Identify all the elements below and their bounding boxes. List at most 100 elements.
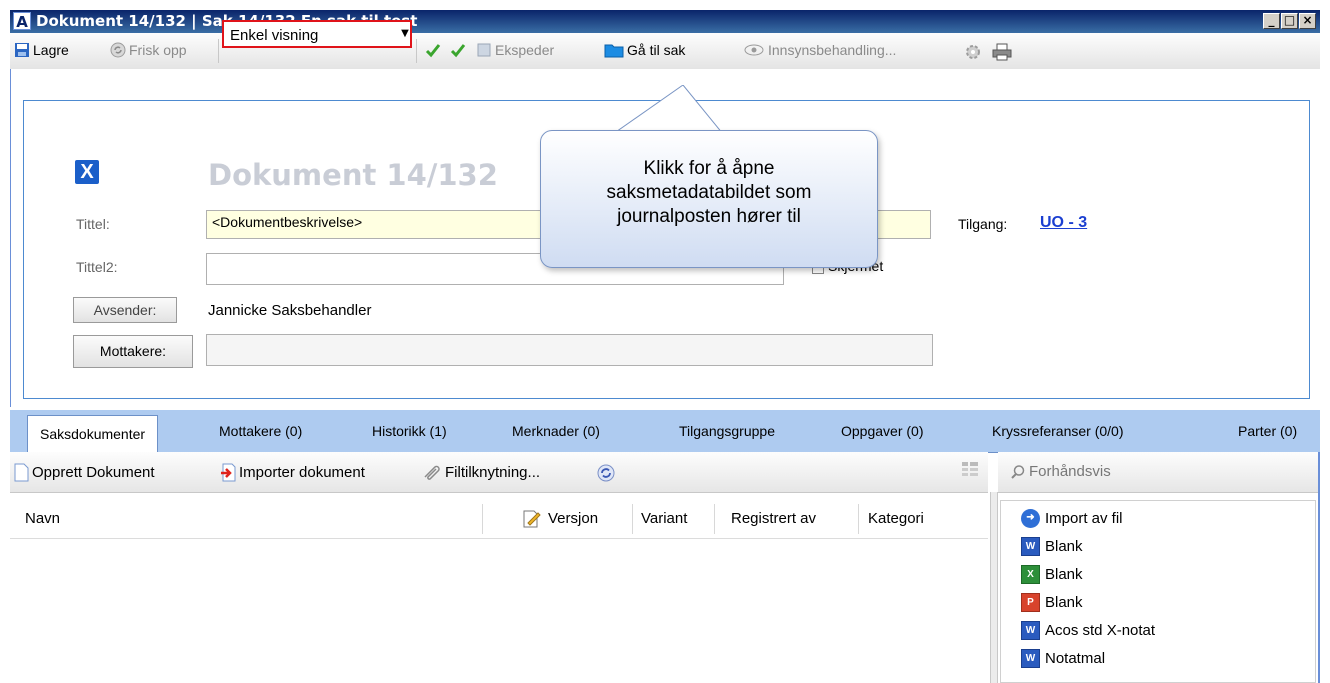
document-list-header: Navn Versjon Variant Registrert av Kateg… [10,500,988,539]
tab-case-documents[interactable]: Saksdokumenter [27,415,159,452]
expedite-button[interactable]: Ekspeder [476,42,554,58]
tab-access-group[interactable]: Tilgangsgruppe [679,423,775,439]
paperclip-icon [424,465,440,480]
save-icon [15,43,29,57]
callout-tail [613,85,723,135]
refresh-icon[interactable] [596,463,616,483]
sender-value: Jannicke Saksbehandler [208,302,372,319]
refresh-button[interactable]: Frisk opp [110,42,187,58]
print-icon[interactable] [992,43,1012,61]
word-icon: W [1021,537,1040,556]
template-item[interactable]: P Blank [1021,593,1083,612]
template-label: Blank [1045,566,1083,583]
edit-document-icon [523,510,541,528]
refresh-icon [110,42,126,58]
column-name[interactable]: Navn [25,510,60,527]
column-version[interactable]: Versjon [548,510,598,527]
template-item[interactable]: ➜ Import av fil [1021,509,1123,528]
import-document-button[interactable]: Importer dokument [220,463,365,482]
template-label: Import av fil [1045,510,1123,527]
chevron-down-icon[interactable]: ▼ [398,24,412,44]
powerpoint-icon: P [1021,593,1040,612]
template-label: Blank [1045,594,1083,611]
template-item[interactable]: X Blank [1021,565,1083,584]
column-registered-by[interactable]: Registrert av [731,510,816,527]
template-item[interactable]: W Blank [1021,537,1083,556]
sender-button[interactable]: Avsender: [73,297,177,323]
template-list: ➜ Import av fil W Blank X Blank P Blank … [1000,500,1316,683]
save-button[interactable]: Lagre [14,42,69,58]
access-link[interactable]: UO - 3 [1040,214,1087,232]
tab-cross-references[interactable]: Kryssreferanser (0/0) [992,423,1123,439]
tab-history[interactable]: Historikk (1) [372,423,447,439]
recipients-field[interactable] [206,334,933,366]
tab-bar: Saksdokumenter Mottakere (0) Historikk (… [10,410,1320,453]
app-icon: A [13,12,31,31]
template-item[interactable]: W Notatmal [1021,649,1105,668]
maximize-button[interactable]: □ [1281,13,1298,29]
template-label: Blank [1045,538,1083,555]
access-label: Tilgang: [958,216,1008,232]
document-list[interactable] [10,539,988,683]
tab-recipients[interactable]: Mottakere (0) [219,423,302,439]
expedite-icon [477,43,491,57]
close-document-icon[interactable]: X [75,160,99,184]
column-separator [714,504,715,534]
tab-parties[interactable]: Parter (0) [1238,423,1297,439]
access-processing-button[interactable]: Innsynsbehandling... [743,42,896,58]
template-label: Acos std X-notat [1045,622,1156,639]
column-variant[interactable]: Variant [641,510,687,527]
folder-icon [604,44,624,58]
save-label: Lagre [33,42,69,58]
column-separator [632,504,633,534]
preview-button[interactable]: Forhåndsvis [1010,463,1111,480]
goto-case-button[interactable]: Gå til sak [604,42,685,58]
refresh-label: Frisk opp [129,42,187,58]
template-label: Notatmal [1045,650,1106,667]
import-document-label: Importer dokument [239,464,365,481]
word-icon: W [1021,621,1040,640]
tab-notes[interactable]: Merknader (0) [512,423,600,439]
close-window-button[interactable]: × [1299,13,1316,29]
document-toolbar: Opprett Dokument Importer dokument Filti… [10,452,988,493]
document-heading: Dokument 14/132 [208,158,498,192]
eye-icon [744,44,764,56]
expedite-label: Ekspeder [495,42,555,58]
minimize-button[interactable]: _ [1263,13,1280,29]
preview-bar: Forhåndsvis [998,452,1318,493]
column-chooser-icon[interactable] [961,461,979,481]
file-attach-button[interactable]: Filtilknytning... [422,463,540,481]
new-document-icon [14,463,29,482]
goto-case-label: Gå til sak [627,42,686,58]
import-icon [221,463,236,482]
panel-splitter[interactable] [990,492,998,683]
title2-label: Tittel2: [76,259,118,275]
search-icon [1011,464,1025,479]
window-border [1318,452,1320,683]
view-select[interactable]: Enkel visning [222,20,412,48]
tab-tasks[interactable]: Oppgaver (0) [841,423,923,439]
toolbar-separator [218,39,219,63]
template-item[interactable]: W Acos std X-notat [1021,621,1155,640]
import-icon: ➜ [1021,509,1040,528]
main-toolbar: Lagre Frisk opp Ekspeder Gå til sak Inns… [10,33,1320,70]
view-select-value: Enkel visning [230,27,319,44]
access-processing-label: Innsynsbehandling... [768,42,897,58]
gear-icon[interactable] [964,43,982,61]
column-category[interactable]: Kategori [868,510,924,527]
column-separator [858,504,859,534]
title-label: Tittel: [76,216,110,232]
callout-text: Klikk for å åpne saksmetadatabildet som … [606,158,812,227]
word-icon: W [1021,649,1040,668]
recipients-button[interactable]: Mottakere: [73,335,193,368]
file-attach-label: Filtilknytning... [445,463,541,481]
callout-tooltip: Klikk for å åpne saksmetadatabildet som … [540,130,878,268]
toolbar-separator [416,39,417,63]
checkmark-icon[interactable] [450,43,466,59]
excel-icon: X [1021,565,1040,584]
create-document-label: Opprett Dokument [32,464,155,481]
window-titlebar[interactable]: A Dokument 14/132 | Sak 14/132 En sak ti… [10,10,1320,33]
checkmark-icon[interactable] [425,43,441,59]
create-document-button[interactable]: Opprett Dokument [14,463,155,482]
column-separator [482,504,483,534]
